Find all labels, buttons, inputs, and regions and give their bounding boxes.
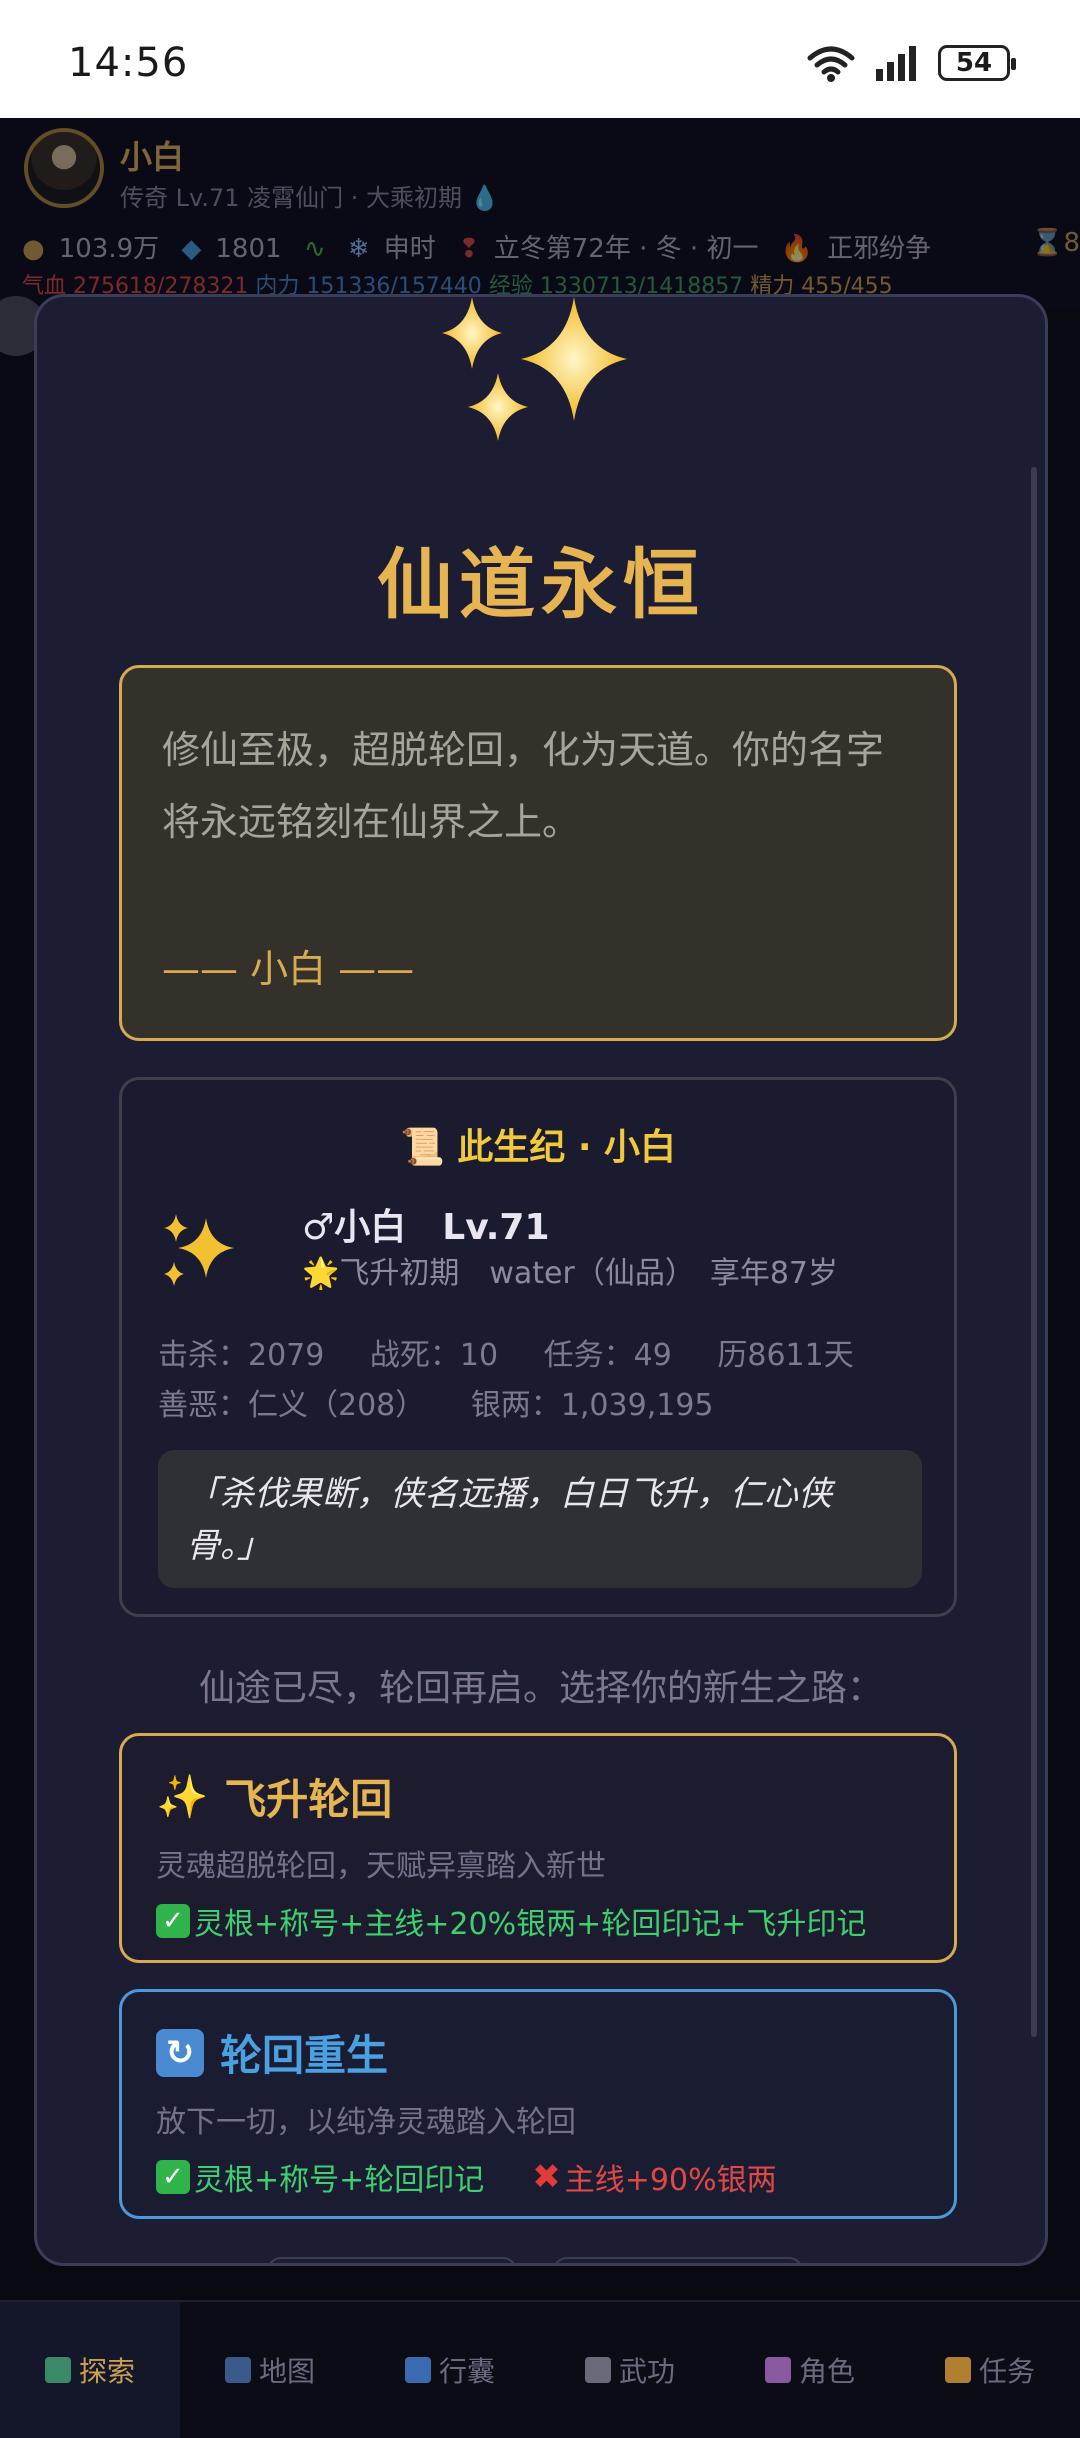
nav-map[interactable]: 地图: [180, 2302, 360, 2438]
nav-bag-label: 行囊: [438, 2355, 495, 2388]
life-chronicle-card: 📜 此生纪 · 小白 ♂小白 Lv.71 🌟飞升初期 water（仙品） 享年8…: [119, 1077, 957, 1617]
sparkles-icon: ✨: [156, 1771, 209, 1821]
option-description: 灵魂超脱轮回，天赋异禀踏入新世: [156, 1849, 606, 1884]
hidden-button-right[interactable]: [553, 2257, 803, 2263]
kills-stat: 击杀：2079: [158, 1338, 325, 1373]
check-icon: ✓: [156, 1904, 190, 1938]
reward-gain: 灵根+称号+轮回印记: [194, 2163, 485, 2198]
modal-scrollbar[interactable]: [1031, 467, 1037, 2037]
nav-character-label: 角色: [798, 2355, 855, 2388]
map-scroll-icon: [44, 2357, 71, 2383]
nav-quests[interactable]: 任务: [900, 2302, 1080, 2438]
option-title: ↻ 轮回重生: [156, 2022, 920, 2083]
ascension-quote-box: 修仙至极，超脱轮回，化为天道。你的名字将永远铭刻在仙界之上。 —— 小白 ——: [119, 665, 957, 1041]
bottom-nav: 探索 地图 行囊 武功 角色 任务: [0, 2300, 1080, 2438]
ascension-modal: 仙道永恒 修仙至极，超脱轮回，化为天道。你的名字将永远铭刻在仙界之上。 —— 小…: [34, 294, 1048, 2266]
nav-bag[interactable]: 行囊: [360, 2302, 540, 2438]
nav-map-label: 地图: [258, 2355, 315, 2388]
option-title: ✨ 飞升轮回: [156, 1766, 920, 1827]
option-rewards: ✓ 灵根+称号+轮回印记 ✖ 主线+90%银两: [156, 2155, 920, 2199]
chronicle-title: 📜 此生纪 · 小白: [399, 1127, 677, 1168]
mountain-icon: [224, 2357, 251, 2383]
option-rewards: ✓ 灵根+称号+主线+20%银两+轮回印记+飞升印记: [156, 1899, 920, 1943]
nav-quests-label: 任务: [978, 2355, 1035, 2388]
quests-stat: 任务：49: [543, 1338, 672, 1373]
karma-stat: 善恶：仁义（208）: [158, 1388, 426, 1423]
chronicle-stats-row-2: 善恶：仁义（208） 银两：1,039,195: [158, 1380, 750, 1424]
option-title-label: 飞升轮回: [224, 1775, 393, 1824]
choice-prompt: 仙途已尽，轮回再启。选择你的新生之路：: [198, 1668, 883, 1709]
reward-loss: 主线+90%银两: [564, 2163, 777, 2198]
wifi-icon: [807, 46, 855, 82]
clock: 14:56: [68, 40, 189, 86]
chart-icon: [764, 2357, 791, 2383]
sparkles-icon: [442, 297, 627, 441]
ascend-reincarnation-option[interactable]: ✨ 飞升轮回 灵魂超脱轮回，天赋异禀踏入新世 ✓ 灵根+称号+主线+20%银两+…: [119, 1733, 957, 1963]
swords-icon: [584, 2357, 611, 2383]
status-bar: 14:56 54: [0, 0, 1080, 118]
option-title-label: 轮回重生: [220, 2031, 389, 2080]
hidden-button-left[interactable]: [267, 2257, 517, 2263]
chronicle-realm-line: 🌟飞升初期 water（仙品） 享年87岁: [302, 1256, 839, 1291]
nav-character[interactable]: 角色: [720, 2302, 900, 2438]
quote-signature: —— 小白 ——: [162, 947, 415, 991]
silver-stat: 银两：1,039,195: [470, 1388, 714, 1423]
refresh-icon: ↻: [156, 2028, 204, 2077]
reward-gain: 灵根+称号+主线+20%银两+轮回印记+飞升印记: [194, 1907, 867, 1942]
nav-skills[interactable]: 武功: [540, 2302, 720, 2438]
option-description: 放下一切，以纯净灵魂踏入轮回: [156, 2105, 576, 2140]
signal-icon: [876, 46, 916, 81]
modal-title: 仙道永恒: [377, 540, 705, 629]
backpack-icon: [404, 2357, 431, 2383]
days-stat: 历8611天: [717, 1338, 854, 1373]
nav-skills-label: 武功: [618, 2355, 675, 2388]
chronicle-name-level: ♂小白 Lv.71: [302, 1207, 550, 1248]
battery-icon: 54: [938, 45, 1016, 81]
sparkles-small-icon: [164, 1214, 234, 1286]
nav-explore[interactable]: 探索: [0, 2302, 180, 2438]
cross-icon: ✖: [532, 2157, 561, 2197]
status-icons: 54: [806, 44, 1016, 82]
epitaph: 「杀伐果断，侠名远播，白日飞升，仁心侠骨。」: [158, 1450, 922, 1588]
chronicle-stats-row-1: 击杀：2079 战死：10 任务：49 历8611天: [158, 1330, 890, 1374]
check-icon: ✓: [156, 2160, 190, 2194]
deaths-stat: 战死：10: [369, 1338, 499, 1373]
scroll-icon: [944, 2357, 971, 2383]
rebirth-option[interactable]: ↻ 轮回重生 放下一切，以纯净灵魂踏入轮回 ✓ 灵根+称号+轮回印记 ✖ 主线+…: [119, 1989, 957, 2219]
nav-explore-label: 探索: [78, 2355, 135, 2388]
quote-text: 修仙至极，超脱轮回，化为天道。你的名字将永远铭刻在仙界之上。: [162, 728, 885, 844]
